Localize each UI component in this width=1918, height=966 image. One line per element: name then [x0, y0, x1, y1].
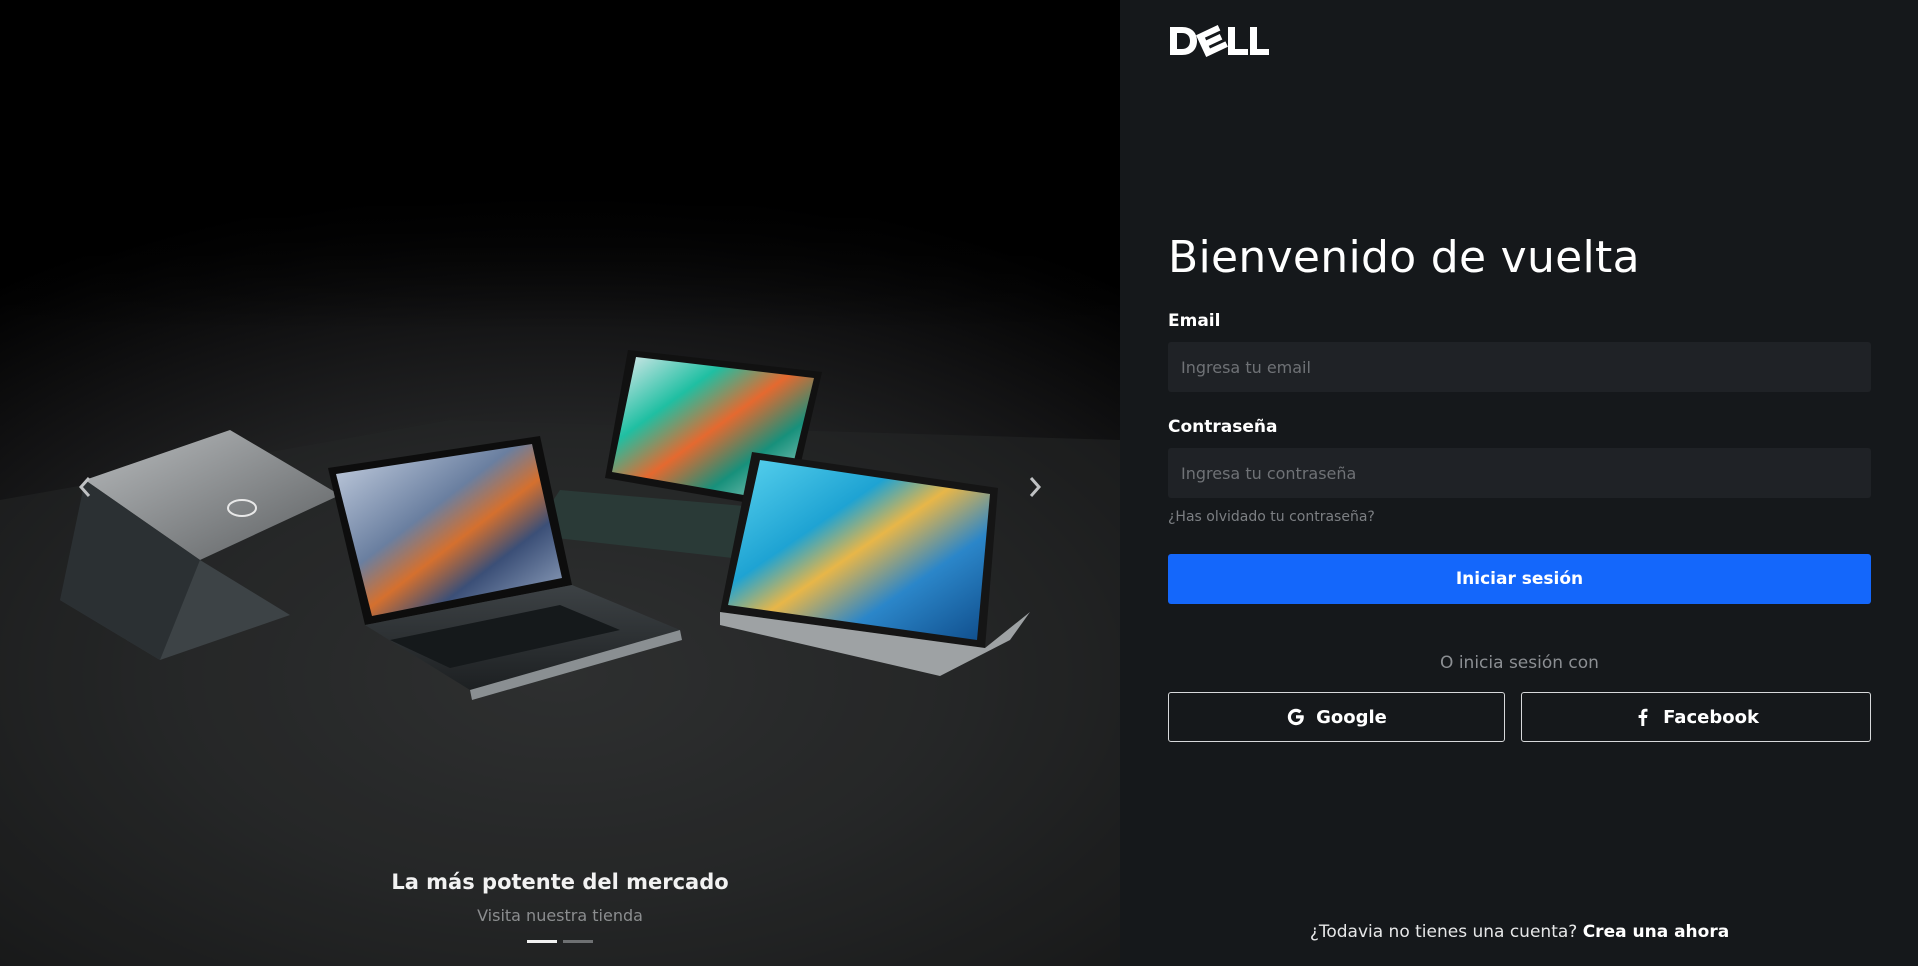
hero-subtitle[interactable]: Visita nuestra tienda — [0, 906, 1120, 925]
carousel-prev-button[interactable] — [70, 470, 100, 504]
password-field[interactable] — [1168, 448, 1871, 498]
google-icon — [1287, 708, 1304, 726]
login-panel: Bienvenido de vuelta Email Contraseña ¿H… — [1120, 0, 1918, 966]
hero-title: La más potente del mercado — [391, 870, 729, 894]
chevron-right-icon — [1029, 477, 1042, 497]
social-login-divider: O inicia sesión con — [1440, 653, 1599, 673]
facebook-login-button[interactable]: Facebook — [1521, 692, 1871, 742]
forgot-password-link[interactable]: ¿Has olvidado tu contraseña? — [1168, 509, 1375, 525]
signup-prompt-text: ¿Todavia no tienes una cuenta? — [1309, 922, 1578, 942]
google-login-button[interactable]: Google — [1168, 692, 1505, 742]
signup-prompt: ¿Todavia no tienes una cuenta? Crea una … — [1168, 922, 1871, 942]
email-field[interactable] — [1168, 342, 1871, 392]
hero-carousel: La más potente del mercado Visita nuestr… — [0, 0, 1120, 966]
signup-link[interactable]: Crea una ahora — [1583, 922, 1729, 942]
facebook-button-label: Facebook — [1663, 706, 1759, 728]
carousel-dot-1[interactable] — [527, 940, 557, 943]
dell-logo[interactable] — [1168, 24, 1270, 58]
carousel-dot-2[interactable] — [563, 940, 593, 943]
facebook-icon — [1638, 708, 1648, 726]
carousel-indicators — [527, 940, 593, 943]
laptops-image — [0, 350, 1120, 966]
email-label: Email — [1168, 311, 1221, 331]
page-title: Bienvenido de vuelta — [1168, 232, 1640, 283]
chevron-left-icon — [78, 477, 91, 497]
carousel-next-button[interactable] — [1020, 470, 1050, 504]
password-label: Contraseña — [1168, 417, 1278, 437]
login-button[interactable]: Iniciar sesión — [1168, 554, 1871, 604]
google-button-label: Google — [1316, 706, 1387, 728]
